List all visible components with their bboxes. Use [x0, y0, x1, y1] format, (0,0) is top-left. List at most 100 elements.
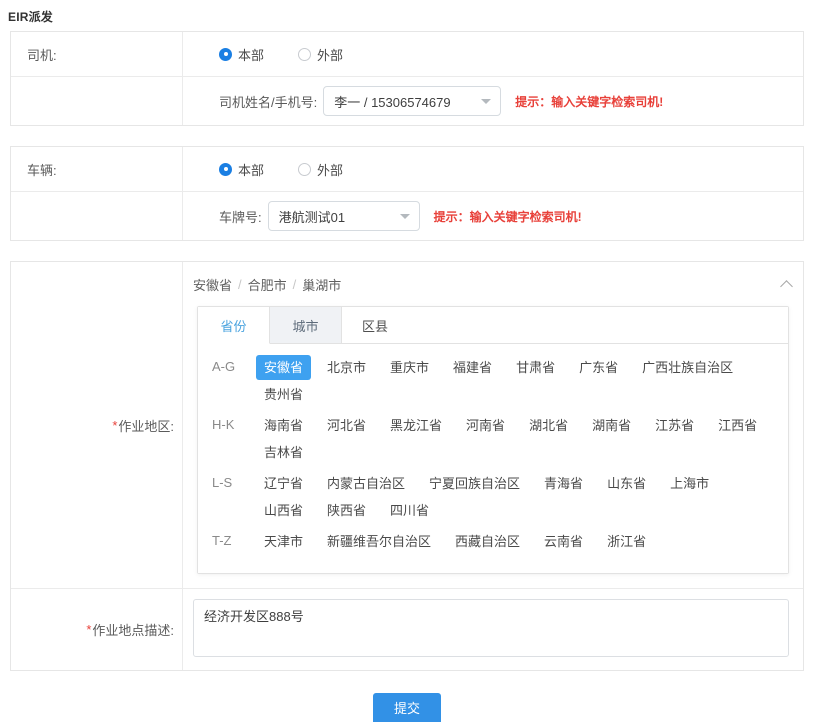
vehicle-radio-internal-label: 本部 — [238, 160, 264, 179]
vehicle-plate-row: 车牌号: 港航测试01 提示：输入关键字检索司机! — [11, 192, 803, 240]
province-item[interactable]: 海南省 — [256, 413, 311, 438]
province-item[interactable]: 黑龙江省 — [382, 413, 450, 438]
vehicle-plate-inline: 车牌号: 港航测试01 提示：输入关键字检索司机! — [193, 201, 582, 231]
letter-items: 安徽省 北京市 重庆市 福建省 甘肃省 广东省 广西壮族自治区 贵州省 — [256, 354, 774, 408]
cascader-tabs: 省份 城市 区县 — [198, 307, 788, 344]
driver-label: 司机: — [11, 32, 183, 76]
plate-select[interactable]: 港航测试01 — [268, 201, 420, 231]
driver-radio-internal-label: 本部 — [238, 45, 264, 64]
driver-name-field: 司机姓名/手机号: 李一 / 15306574679 提示：输入关键字检索司机! — [183, 77, 803, 125]
province-item[interactable]: 江西省 — [710, 413, 765, 438]
province-item[interactable]: 陕西省 — [319, 498, 374, 523]
province-item[interactable]: 辽宁省 — [256, 471, 311, 496]
radio-dot-icon — [219, 163, 232, 176]
province-item[interactable]: 贵州省 — [256, 382, 311, 407]
province-item[interactable]: 湖北省 — [521, 413, 576, 438]
vehicle-hint: 提示：输入关键字检索司机! — [434, 208, 582, 225]
work-desc-textarea[interactable] — [193, 599, 789, 657]
driver-radio-external[interactable]: 外部 — [298, 45, 343, 64]
work-desc-label-text: 作业地点描述: — [92, 620, 174, 639]
province-item[interactable]: 江苏省 — [647, 413, 702, 438]
province-item[interactable]: 青海省 — [536, 471, 591, 496]
driver-radio-group: 本部 外部 — [193, 45, 343, 64]
province-item[interactable]: 天津市 — [256, 529, 311, 554]
chevron-down-icon — [481, 99, 491, 104]
driver-source-field: 本部 外部 — [183, 32, 803, 76]
work-desc-row: *作业地点描述: — [11, 589, 803, 670]
province-item[interactable]: 上海市 — [662, 471, 717, 496]
driver-name-empty-label — [11, 77, 183, 125]
work-area-label: *作业地区: — [11, 262, 183, 588]
province-item[interactable]: 山东省 — [599, 471, 654, 496]
letter-group-ls: L-S 辽宁省 内蒙古自治区 宁夏回族自治区 青海省 山东省 上海市 山西省 陕… — [212, 470, 774, 524]
province-item[interactable]: 西藏自治区 — [447, 529, 528, 554]
province-list: A-G 安徽省 北京市 重庆市 福建省 甘肃省 广东省 广西壮族自治区 贵州省 — [198, 344, 788, 573]
area-panel: *作业地区: 安徽省 / 合肥市 / 巢湖市 省份 城市 区县 — [10, 261, 804, 671]
driver-name-field-label: 司机姓名/手机号: — [219, 92, 317, 111]
tab-city[interactable]: 城市 — [270, 307, 342, 343]
eir-dispatch-page: EIR派发 司机: 本部 外部 — [0, 0, 814, 722]
work-desc-field — [183, 589, 803, 670]
work-area-row: *作业地区: 安徽省 / 合肥市 / 巢湖市 省份 城市 区县 — [11, 262, 803, 589]
province-item[interactable]: 吉林省 — [256, 440, 311, 465]
cascader-header[interactable]: 安徽省 / 合肥市 / 巢湖市 — [183, 262, 803, 306]
work-area-label-text: 作业地区: — [118, 416, 174, 435]
letter-key: A-G — [212, 354, 256, 379]
vehicle-plate-empty-label — [11, 192, 183, 240]
breadcrumb-district: 巢湖市 — [302, 275, 341, 294]
submit-bar: 提交 — [0, 671, 814, 722]
driver-name-row: 司机姓名/手机号: 李一 / 15306574679 提示：输入关键字检索司机! — [11, 77, 803, 125]
driver-select-value: 李一 / 15306574679 — [334, 92, 450, 111]
breadcrumb-separator: / — [293, 277, 297, 292]
letter-items: 天津市 新疆维吾尔自治区 西藏自治区 云南省 浙江省 — [256, 528, 774, 555]
letter-items: 辽宁省 内蒙古自治区 宁夏回族自治区 青海省 山东省 上海市 山西省 陕西省 四… — [256, 470, 774, 524]
province-item[interactable]: 宁夏回族自治区 — [421, 471, 528, 496]
cascader-dropdown-panel: 省份 城市 区县 A-G 安徽省 北京市 重庆市 福建省 甘 — [197, 306, 789, 574]
vehicle-radio-internal[interactable]: 本部 — [219, 160, 264, 179]
vehicle-radio-external-label: 外部 — [317, 160, 343, 179]
vehicle-plate-field-label: 车牌号: — [219, 207, 262, 226]
vehicle-radio-external[interactable]: 外部 — [298, 160, 343, 179]
province-item[interactable]: 广东省 — [571, 355, 626, 380]
letter-group-hk: H-K 海南省 河北省 黑龙江省 河南省 湖北省 湖南省 江苏省 江西省 吉林省 — [212, 412, 774, 466]
province-item[interactable]: 重庆市 — [382, 355, 437, 380]
driver-radio-internal[interactable]: 本部 — [219, 45, 264, 64]
breadcrumb-province: 安徽省 — [193, 275, 232, 294]
province-item[interactable]: 北京市 — [319, 355, 374, 380]
chevron-up-icon[interactable] — [780, 280, 793, 293]
letter-group-tz: T-Z 天津市 新疆维吾尔自治区 西藏自治区 云南省 浙江省 — [212, 528, 774, 555]
page-title: EIR派发 — [0, 0, 814, 31]
radio-dot-icon — [219, 48, 232, 61]
province-item[interactable]: 河北省 — [319, 413, 374, 438]
work-area-required-mark: * — [112, 418, 117, 433]
province-item[interactable]: 云南省 — [536, 529, 591, 554]
letter-key: T-Z — [212, 528, 256, 553]
tab-district[interactable]: 区县 — [342, 307, 788, 343]
province-item[interactable]: 河南省 — [458, 413, 513, 438]
letter-items: 海南省 河北省 黑龙江省 河南省 湖北省 湖南省 江苏省 江西省 吉林省 — [256, 412, 774, 466]
province-item[interactable]: 新疆维吾尔自治区 — [319, 529, 439, 554]
province-item[interactable]: 山西省 — [256, 498, 311, 523]
driver-select[interactable]: 李一 / 15306574679 — [323, 86, 501, 116]
vehicle-source-field: 本部 外部 — [183, 147, 803, 191]
radio-dot-icon — [298, 48, 311, 61]
plate-select-value: 港航测试01 — [279, 207, 345, 226]
province-item[interactable]: 浙江省 — [599, 529, 654, 554]
driver-source-row: 司机: 本部 外部 — [11, 32, 803, 77]
province-item[interactable]: 安徽省 — [256, 355, 311, 380]
province-item[interactable]: 内蒙古自治区 — [319, 471, 413, 496]
tab-province[interactable]: 省份 — [198, 307, 270, 344]
breadcrumb-separator: / — [238, 277, 242, 292]
province-item[interactable]: 湖南省 — [584, 413, 639, 438]
work-desc-required-mark: * — [86, 622, 91, 637]
letter-key: H-K — [212, 412, 256, 437]
province-item[interactable]: 广西壮族自治区 — [634, 355, 741, 380]
province-item[interactable]: 四川省 — [382, 498, 437, 523]
submit-button[interactable]: 提交 — [373, 693, 441, 722]
work-area-field: 安徽省 / 合肥市 / 巢湖市 省份 城市 区县 A-G — [183, 262, 803, 588]
province-item[interactable]: 福建省 — [445, 355, 500, 380]
work-desc-label: *作业地点描述: — [11, 589, 183, 670]
vehicle-panel: 车辆: 本部 外部 车牌号: — [10, 146, 804, 241]
driver-radio-external-label: 外部 — [317, 45, 343, 64]
province-item[interactable]: 甘肃省 — [508, 355, 563, 380]
